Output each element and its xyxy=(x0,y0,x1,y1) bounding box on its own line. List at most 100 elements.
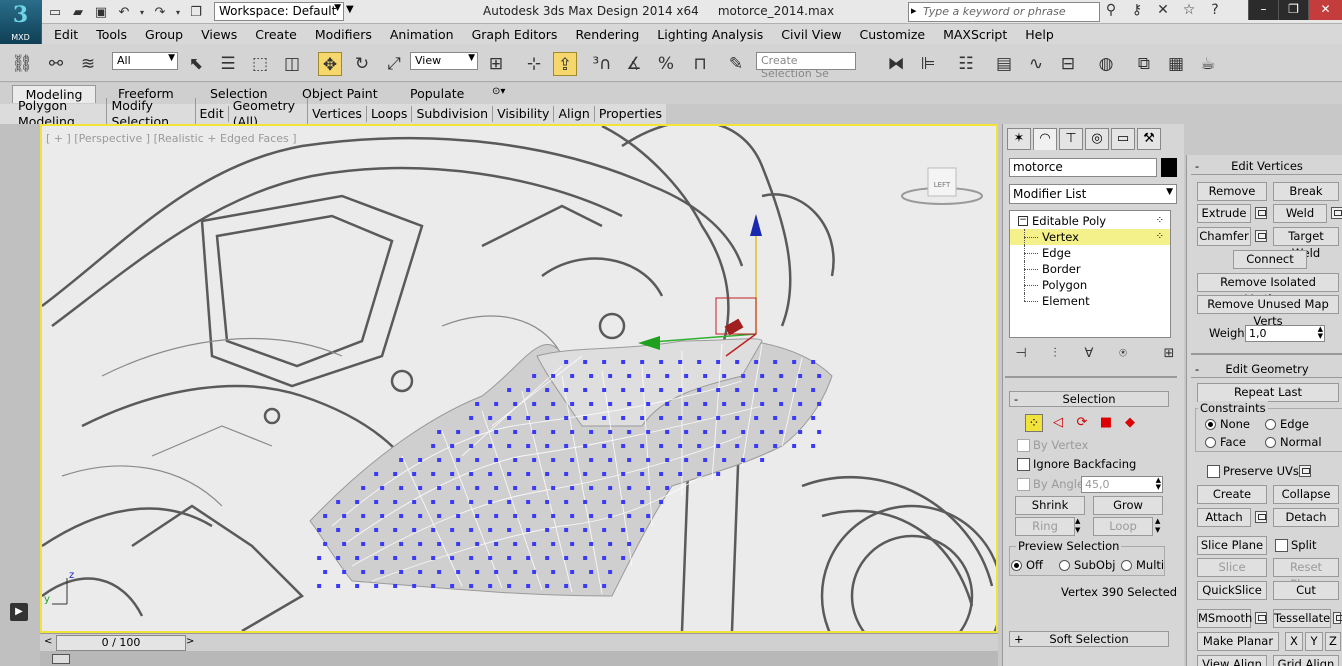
vertex-point[interactable] xyxy=(513,514,518,518)
vertex-point[interactable] xyxy=(469,472,474,476)
chamfer-button[interactable]: Chamfer xyxy=(1197,227,1251,246)
vertex-point[interactable] xyxy=(564,472,569,476)
vertex-point[interactable] xyxy=(564,388,569,392)
vertex-point[interactable] xyxy=(684,402,689,406)
vertex-point[interactable] xyxy=(551,542,556,546)
vertex-point[interactable] xyxy=(646,486,651,490)
vertex-point[interactable] xyxy=(583,528,588,532)
vertex-point[interactable] xyxy=(621,416,626,420)
vertex-point[interactable] xyxy=(570,458,575,462)
vertex-point[interactable] xyxy=(507,556,512,560)
vertex-point[interactable] xyxy=(760,402,765,406)
vertex-point[interactable] xyxy=(602,584,607,588)
stack-item-editable-poly[interactable]: − Editable Poly ⁘ xyxy=(1010,213,1170,229)
vertex-point[interactable] xyxy=(602,528,607,532)
vertex-point[interactable] xyxy=(665,374,670,378)
vertex-point[interactable] xyxy=(716,388,721,392)
application-menu-button[interactable]: 3 MXD xyxy=(0,0,42,44)
ring-button[interactable]: Ring xyxy=(1015,517,1075,536)
vertex-point[interactable] xyxy=(570,402,575,406)
open-file-icon[interactable]: ▰ xyxy=(69,3,87,21)
vertex-point[interactable] xyxy=(507,472,512,476)
vertex-point[interactable] xyxy=(608,374,613,378)
save-icon[interactable]: ▣ xyxy=(92,3,110,21)
vertex-point[interactable] xyxy=(475,542,480,546)
vertex-point[interactable] xyxy=(323,514,328,518)
project-folder-icon[interactable]: ❐ xyxy=(187,3,205,21)
remove-isolated-vertices-button[interactable]: Remove Isolated Vertices xyxy=(1197,273,1339,306)
vertex-point[interactable] xyxy=(684,430,689,434)
preview-off-radio[interactable]: Off xyxy=(1011,557,1043,573)
vertex-point[interactable] xyxy=(741,458,746,462)
vertex-point[interactable] xyxy=(570,486,575,490)
undo-icon[interactable]: ↶ xyxy=(115,3,133,21)
vertex-point[interactable] xyxy=(722,430,727,434)
vertex-point[interactable] xyxy=(456,570,461,574)
vertex-point[interactable] xyxy=(754,388,759,392)
vertex-point[interactable] xyxy=(532,430,537,434)
vertex-point[interactable] xyxy=(418,514,423,518)
vertex-point[interactable] xyxy=(564,444,569,448)
vertex-point[interactable] xyxy=(678,388,683,392)
vertex-point[interactable] xyxy=(602,360,607,364)
vertex-point[interactable] xyxy=(393,528,398,532)
vertex-point[interactable] xyxy=(380,486,385,490)
vertex-point[interactable] xyxy=(773,444,778,448)
vertex-point[interactable] xyxy=(532,542,537,546)
vertex-point[interactable] xyxy=(646,430,651,434)
modifier-list-dropdown[interactable]: Modifier List ▼ xyxy=(1009,184,1177,204)
vertex-point[interactable] xyxy=(494,542,499,546)
vertex-point[interactable] xyxy=(342,570,347,574)
vertex-point[interactable] xyxy=(399,570,404,574)
vertex-point[interactable] xyxy=(545,556,550,560)
vertex-point[interactable] xyxy=(374,584,379,588)
vertex-point[interactable] xyxy=(627,430,632,434)
menu-views[interactable]: Views xyxy=(192,27,246,42)
menu-graph-editors[interactable]: Graph Editors xyxy=(463,27,567,42)
scale-icon[interactable]: ⤢ xyxy=(382,52,406,76)
vertex-point[interactable] xyxy=(469,500,474,504)
vertex-point[interactable] xyxy=(627,486,632,490)
vertex-point[interactable] xyxy=(621,556,626,560)
vertex-point[interactable] xyxy=(437,514,442,518)
make-unique-icon[interactable]: ∀ xyxy=(1079,346,1099,364)
preserve-uvs-checkbox[interactable]: Preserve UVs xyxy=(1207,463,1299,479)
menu-lighting-analysis[interactable]: Lighting Analysis xyxy=(648,27,772,42)
vertex-point[interactable] xyxy=(507,584,512,588)
vertex-point[interactable] xyxy=(741,402,746,406)
vertex-point[interactable] xyxy=(526,444,531,448)
vertex-point[interactable] xyxy=(342,542,347,546)
vertex-point[interactable] xyxy=(418,486,423,490)
workspace-dropdown[interactable]: Workspace: Default ▼ xyxy=(214,2,344,21)
rotate-icon[interactable]: ↻ xyxy=(350,52,374,76)
schematic-view-icon[interactable]: ⊟ xyxy=(1056,52,1080,76)
render-setup-icon[interactable]: ⧉ xyxy=(1132,52,1156,76)
vertex-point[interactable] xyxy=(665,402,670,406)
shrink-button[interactable]: Shrink xyxy=(1015,496,1085,515)
stack-item-edge[interactable]: Edge xyxy=(1010,245,1170,261)
preserve-uvs-settings-icon[interactable] xyxy=(1299,465,1311,477)
vertex-point[interactable] xyxy=(798,402,803,406)
vertex-point[interactable] xyxy=(678,444,683,448)
align-icon[interactable]: ⊫ xyxy=(916,52,940,76)
constraint-edge-radio[interactable]: Edge xyxy=(1265,416,1309,432)
vertex-point[interactable] xyxy=(437,458,442,462)
vertex-point[interactable] xyxy=(412,556,417,560)
vertex-point[interactable] xyxy=(513,570,518,574)
vertex-point[interactable] xyxy=(589,458,594,462)
link-icon[interactable]: ⛓ xyxy=(10,52,34,76)
split-checkbox[interactable]: Split xyxy=(1275,537,1317,553)
vertex-point[interactable] xyxy=(418,542,423,546)
vertex-point[interactable] xyxy=(469,556,474,560)
vertex-point[interactable] xyxy=(475,486,480,490)
show-end-result-icon[interactable]: ⫶ xyxy=(1045,346,1065,364)
vertex-point[interactable] xyxy=(494,430,499,434)
timeline-next-button[interactable]: > xyxy=(186,636,194,647)
curve-editor-icon[interactable]: ∿ xyxy=(1024,52,1048,76)
vertex-point[interactable] xyxy=(336,584,341,588)
vertex-point[interactable] xyxy=(399,514,404,518)
new-file-icon[interactable]: ▭ xyxy=(46,3,64,21)
vertex-point[interactable] xyxy=(545,584,550,588)
object-name-field[interactable]: motorce xyxy=(1009,158,1157,177)
vertex-point[interactable] xyxy=(640,360,645,364)
